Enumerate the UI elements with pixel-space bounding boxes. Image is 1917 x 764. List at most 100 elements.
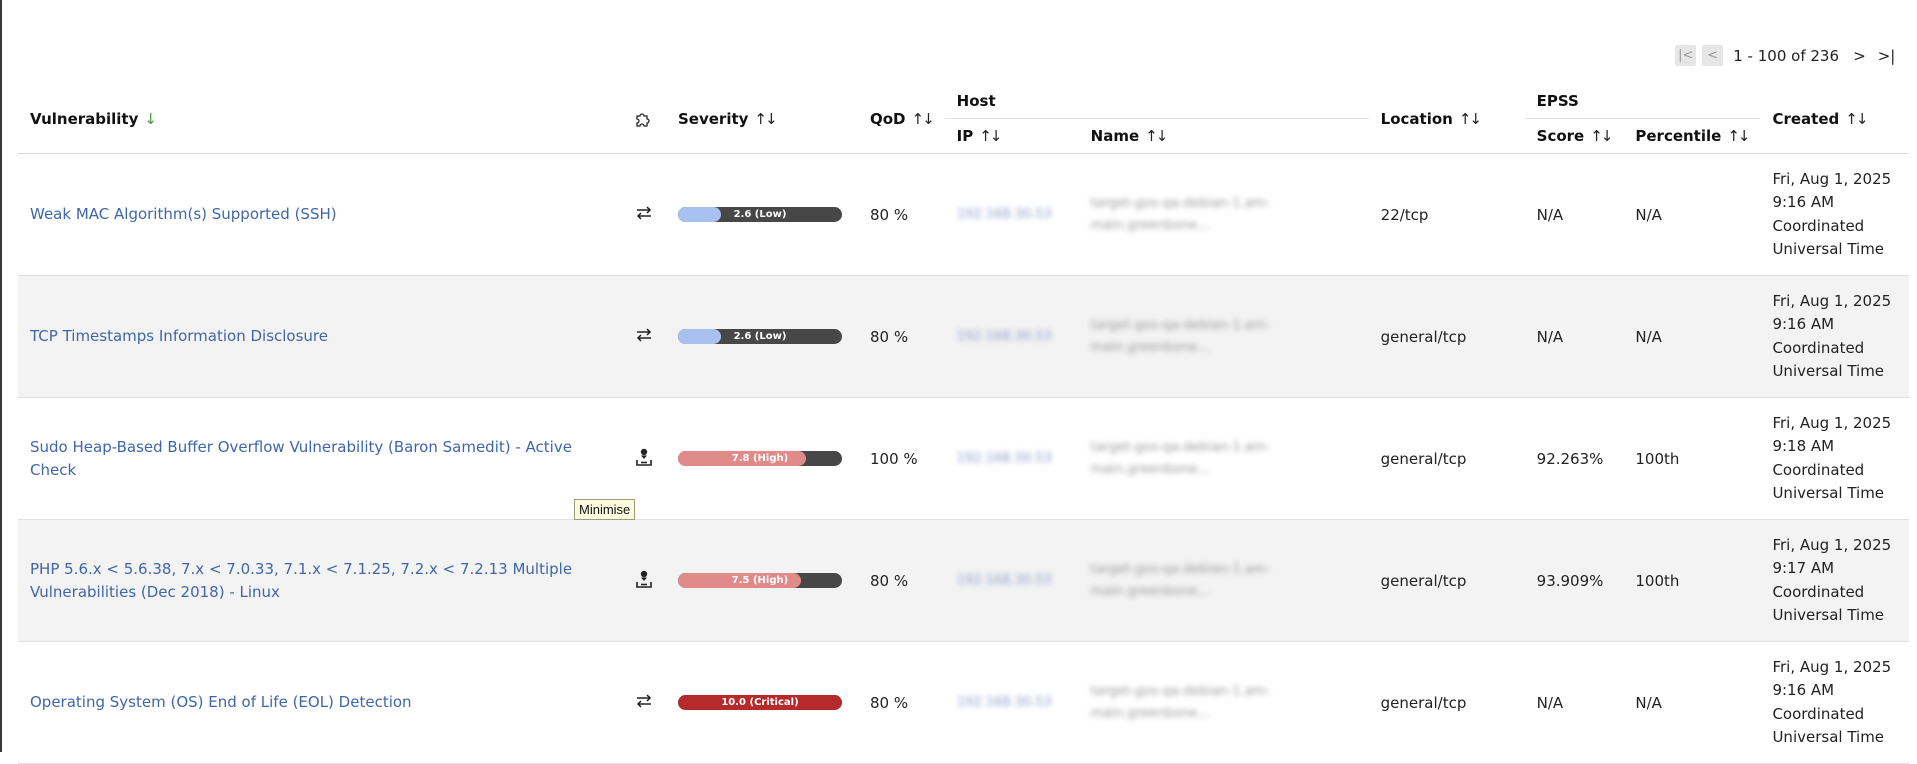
location-cell: general/tcp xyxy=(1380,327,1467,346)
header-location-label: Location xyxy=(1380,109,1453,128)
pagination-range: 1 - 100 of 236 xyxy=(1733,46,1839,65)
severity-cell: 7.5 (High) xyxy=(666,520,858,642)
sort-icon: ↑↓ xyxy=(754,109,777,128)
header-name[interactable]: Name ↑↓ xyxy=(1078,118,1369,154)
severity-cell: 7.8 (High) xyxy=(666,398,858,520)
created-line: Universal Time xyxy=(1772,240,1885,258)
qod-cell: 100 % xyxy=(870,449,918,468)
severity-bar: 10.0 (Critical) xyxy=(678,695,842,710)
sort-icon: ↑↓ xyxy=(1845,109,1868,128)
first-page-icon[interactable]: |< xyxy=(1675,45,1697,66)
severity-cell: 2.6 (Low) xyxy=(666,276,858,398)
epss-score-cell: 93.909% xyxy=(1536,571,1604,590)
created-line: 9:16 AM xyxy=(1772,315,1835,333)
severity-cell: 2.6 (Low) xyxy=(666,154,858,276)
header-ip[interactable]: IP ↑↓ xyxy=(944,118,1079,154)
header-qod-label: QoD xyxy=(870,109,906,128)
host-name: target-gos-qa-debian-1.am-main.greenbone… xyxy=(1090,561,1271,599)
created-line: 9:18 AM xyxy=(1772,437,1835,455)
created-line: Coordinated xyxy=(1772,460,1865,479)
prev-page-icon[interactable]: < xyxy=(1702,45,1724,66)
vulnerability-link[interactable]: TCP Timestamps Information Disclosure xyxy=(30,327,328,345)
header-created-label: Created xyxy=(1772,109,1840,128)
created-date: Fri, Aug 1, 2025 9:17 AM Coordinated Univer… xyxy=(1772,534,1897,628)
header-severity-label: Severity xyxy=(678,109,749,128)
host-name-cell: target-gos-qa-debian-1.am-main.greenbone… xyxy=(1079,642,1369,764)
header-vulnerability[interactable]: Vulnerability ↓ xyxy=(18,84,622,154)
host-name-cell: target-gos-qa-debian-1.am-main.greenbone… xyxy=(1079,154,1369,276)
header-host-label: Host xyxy=(956,92,996,110)
created-line: Fri, Aug 1, 2025 xyxy=(1772,169,1892,188)
table-row[interactable]: PHP 5.6.x < 5.6.38, 7.x < 7.0.33, 7.1.x … xyxy=(18,519,1909,642)
sort-icon: ↑↓ xyxy=(1590,127,1613,145)
created-line: Coordinated xyxy=(1772,338,1865,357)
header-name-label: Name xyxy=(1090,127,1140,145)
created-date: Fri, Aug 1, 2025 9:18 AM Coordinated Univer… xyxy=(1772,412,1897,506)
host-ip-link[interactable]: 192.168.30.53 xyxy=(957,573,1052,588)
vulnerability-link[interactable]: PHP 5.6.x < 5.6.38, 7.x < 7.0.33, 7.1.x … xyxy=(30,560,572,601)
table-row[interactable]: TCP Timestamps Information Disclosure 2.… xyxy=(18,275,1909,398)
vulnerability-cell: Operating System (OS) End of Life (EOL) … xyxy=(18,642,622,764)
vulnerability-cell: TCP Timestamps Information Disclosure xyxy=(18,276,622,398)
created-cell: Fri, Aug 1, 2025 9:18 AM Coordinated Univer… xyxy=(1760,398,1909,520)
solution-type-cell xyxy=(622,154,666,276)
sort-icon: ↑↓ xyxy=(1727,127,1750,145)
host-ip-link[interactable]: 192.168.30.53 xyxy=(957,695,1052,710)
header-ip-label: IP xyxy=(956,127,974,145)
epss-score-cell: N/A xyxy=(1536,693,1564,712)
header-score-label: Score xyxy=(1536,127,1585,145)
qod-cell: 80 % xyxy=(870,693,909,712)
qod-cell: 80 % xyxy=(870,327,909,346)
header-created[interactable]: Created ↑↓ xyxy=(1760,84,1909,154)
created-line: Universal Time xyxy=(1772,484,1885,502)
last-page-icon[interactable]: >| xyxy=(1876,45,1897,66)
vulnerability-link[interactable]: Operating System (OS) End of Life (EOL) … xyxy=(30,693,412,711)
table-row[interactable]: Weak MAC Algorithm(s) Supported (SSH) 2.… xyxy=(18,154,1909,276)
epss-score-cell: N/A xyxy=(1536,327,1564,346)
header-location[interactable]: Location ↑↓ xyxy=(1368,84,1525,154)
created-cell: Fri, Aug 1, 2025 9:16 AM Coordinated Univer… xyxy=(1760,276,1909,398)
host-name-cell: target-gos-qa-debian-1.am-main.greenbone… xyxy=(1079,398,1369,520)
mitigation-icon xyxy=(635,693,653,712)
vulnerability-link[interactable]: Sudo Heap-Based Buffer Overflow Vulnerab… xyxy=(30,438,572,479)
created-cell: Fri, Aug 1, 2025 9:17 AM Coordinated Univer… xyxy=(1760,520,1909,642)
solution-type-cell xyxy=(622,276,666,398)
sort-icon: ↑↓ xyxy=(1458,109,1482,128)
created-line: Universal Time xyxy=(1772,728,1885,746)
host-ip-link[interactable]: 192.168.30.53 xyxy=(957,329,1052,344)
header-percentile[interactable]: Percentile ↑↓ xyxy=(1623,118,1761,154)
next-page-icon[interactable]: > xyxy=(1849,45,1870,66)
location-cell: general/tcp xyxy=(1380,449,1467,468)
table-row[interactable]: Operating System (OS) End of Life (EOL) … xyxy=(18,642,1909,764)
left-border xyxy=(0,0,2,752)
header-percentile-label: Percentile xyxy=(1635,127,1722,145)
host-ip-cell: 192.168.30.53 xyxy=(945,276,1079,398)
created-line: Coordinated xyxy=(1772,216,1865,235)
severity-label: 7.5 (High) xyxy=(731,575,789,586)
header-score[interactable]: Score ↑↓ xyxy=(1524,118,1624,154)
host-ip-link[interactable]: 192.168.30.53 xyxy=(957,451,1052,466)
vulnerability-cell: Weak MAC Algorithm(s) Supported (SSH) xyxy=(18,154,622,276)
created-line: Coordinated xyxy=(1772,704,1865,723)
vulnerability-link[interactable]: Weak MAC Algorithm(s) Supported (SSH) xyxy=(30,205,337,223)
host-ip-link[interactable]: 192.168.30.53 xyxy=(957,207,1052,222)
severity-label: 2.6 (Low) xyxy=(733,209,787,220)
mitigation-icon xyxy=(635,205,653,224)
header-epss-label: EPSS xyxy=(1536,92,1579,110)
table-row[interactable]: Sudo Heap-Based Buffer Overflow Vulnerab… xyxy=(18,398,1909,520)
created-line: Universal Time xyxy=(1772,606,1885,624)
host-ip-cell: 192.168.30.53 xyxy=(945,520,1079,642)
epss-percentile-cell: 100th xyxy=(1635,571,1680,590)
mitigation-icon xyxy=(635,327,653,346)
created-line: 9:17 AM xyxy=(1772,559,1835,577)
header-qod[interactable]: QoD ↑↓ xyxy=(858,84,945,154)
location-cell: 22/tcp xyxy=(1380,205,1429,224)
pagination: |< < 1 - 100 of 236 > >| xyxy=(1675,45,1897,66)
tooltip: Minimise xyxy=(574,499,636,520)
header-severity[interactable]: Severity ↑↓ xyxy=(666,84,858,154)
created-line: Fri, Aug 1, 2025 xyxy=(1772,535,1892,554)
sort-icon: ↑↓ xyxy=(911,109,935,128)
sort-icon: ↑↓ xyxy=(979,127,1002,145)
severity-label: 2.6 (Low) xyxy=(733,331,787,342)
header-vulnerability-label: Vulnerability xyxy=(30,109,139,128)
